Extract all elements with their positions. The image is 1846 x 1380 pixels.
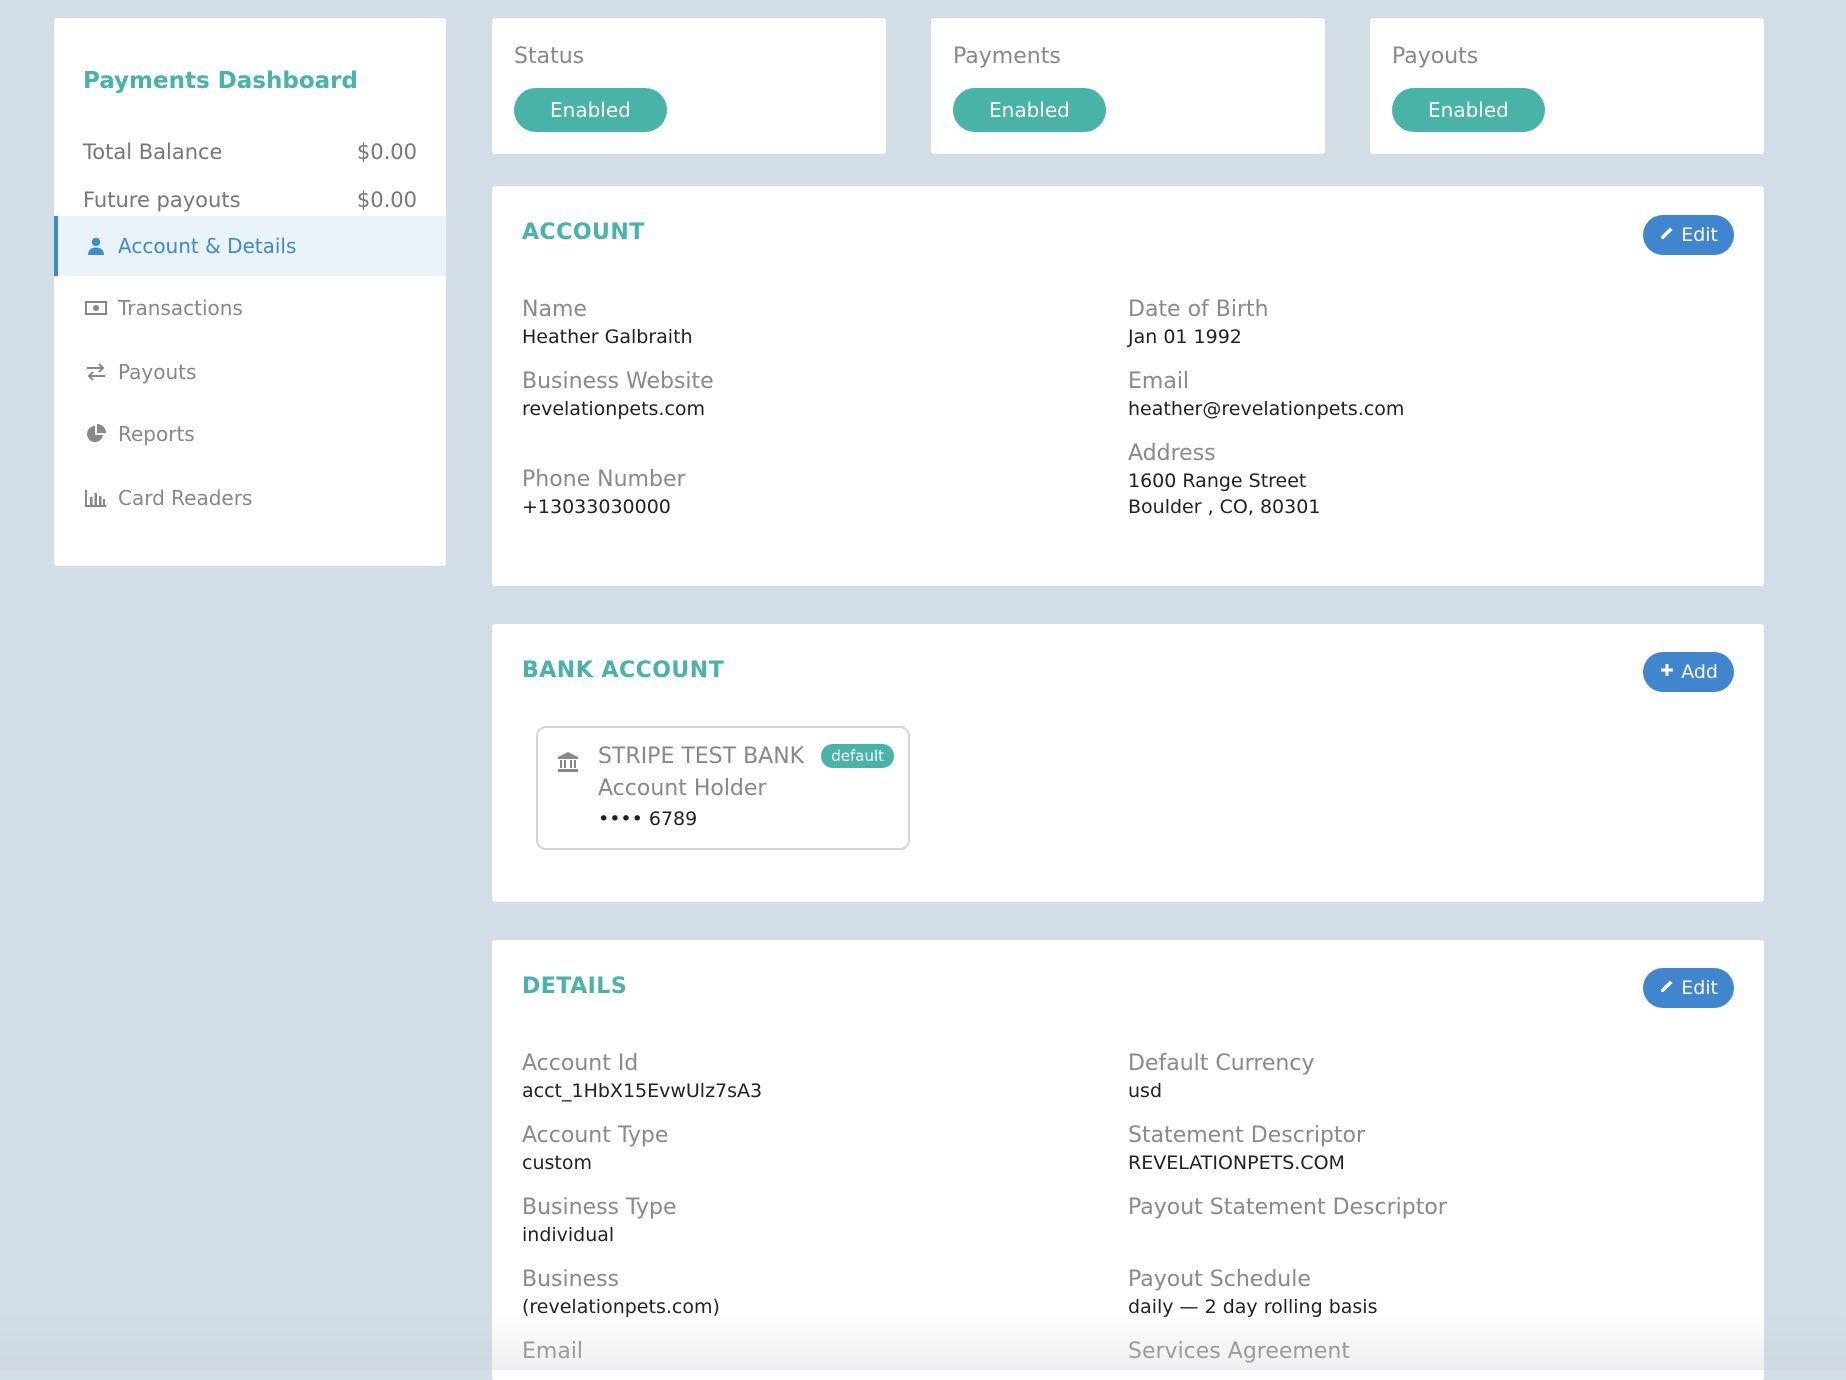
bank-add-button[interactable]: Add	[1643, 652, 1734, 692]
field-value: REVELATIONPETS.COM	[1128, 1150, 1365, 1176]
sidebar: Payments Dashboard Total Balance $0.00 F…	[54, 18, 446, 566]
phone-field: Phone Number +13033030000	[522, 466, 686, 520]
user-icon	[84, 235, 108, 257]
name-field: Name Heather Galbraith	[522, 296, 693, 350]
payments-badge: Enabled	[953, 88, 1106, 132]
sidebar-item-transactions[interactable]: Transactions	[54, 278, 446, 338]
sidebar-item-payouts[interactable]: Payouts	[54, 342, 446, 402]
total-balance-label: Total Balance	[83, 140, 222, 164]
field-label: Phone Number	[522, 466, 686, 494]
field-label: Account Type	[522, 1122, 668, 1150]
field-value: individual	[522, 1222, 677, 1248]
payouts-label: Payouts	[1392, 44, 1478, 69]
field-value: heather@revelationpets.com	[1128, 396, 1404, 422]
future-payouts-label: Future payouts	[83, 188, 241, 212]
details-title: DETAILS	[522, 974, 627, 999]
bank-account-section: BANK ACCOUNT Add STRIPE TEST BANK Accoun…	[492, 624, 1764, 902]
field-label: Business Website	[522, 368, 714, 396]
edit-label: Edit	[1681, 224, 1718, 246]
status-badge: Enabled	[514, 88, 667, 132]
field-label: Default Currency	[1128, 1050, 1315, 1078]
address-field: Address 1600 Range Street Boulder , CO, …	[1128, 440, 1320, 520]
details-section: DETAILS Edit Account Id acct_1HbX15EvwUl…	[492, 940, 1764, 1380]
payments-card: Payments Enabled	[931, 18, 1325, 154]
account-holder: Account Holder	[598, 776, 766, 801]
field-value: revelationpets.com	[522, 396, 714, 422]
status-label: Status	[514, 44, 584, 69]
bank-account-card[interactable]: STRIPE TEST BANK Account Holder •••• 678…	[536, 726, 910, 850]
field-value: daily — 2 day rolling basis	[1128, 1294, 1377, 1320]
sidebar-item-label: Reports	[118, 422, 195, 446]
field-label: Address	[1128, 440, 1320, 468]
payouts-card: Payouts Enabled	[1370, 18, 1764, 154]
pencil-icon	[1659, 977, 1675, 999]
total-balance-row: Total Balance $0.00	[83, 140, 417, 164]
payouts-badge: Enabled	[1392, 88, 1545, 132]
field-label: Business Type	[522, 1194, 677, 1222]
field-value: acct_1HbX15EvwUlz7sA3	[522, 1078, 762, 1104]
address-line1: 1600 Range Street	[1128, 468, 1320, 494]
details-email-field: Email	[522, 1338, 583, 1366]
field-label: Email	[522, 1338, 583, 1366]
account-section: ACCOUNT Edit Name Heather Galbraith Busi…	[492, 186, 1764, 586]
bar-chart-icon	[84, 487, 108, 509]
add-label: Add	[1681, 661, 1718, 683]
account-number: •••• 6789	[598, 808, 697, 830]
sidebar-item-label: Account & Details	[118, 234, 296, 258]
sidebar-item-label: Card Readers	[118, 486, 252, 510]
business-type-field: Business Type individual	[522, 1194, 677, 1248]
plus-icon	[1659, 661, 1675, 683]
dob-field: Date of Birth Jan 01 1992	[1128, 296, 1269, 350]
field-label: Account Id	[522, 1050, 762, 1078]
bank-account-title: BANK ACCOUNT	[522, 658, 724, 683]
pie-chart-icon	[84, 423, 108, 445]
sidebar-item-reports[interactable]: Reports	[54, 404, 446, 464]
field-value: +13033030000	[522, 494, 686, 520]
sidebar-item-account-details[interactable]: Account & Details	[54, 216, 446, 276]
total-balance-value: $0.00	[357, 140, 417, 164]
bank-name: STRIPE TEST BANK	[598, 744, 804, 769]
account-edit-button[interactable]: Edit	[1643, 215, 1734, 255]
account-title: ACCOUNT	[522, 220, 645, 245]
bank-icon	[556, 750, 580, 774]
services-agreement-field: Services Agreement	[1128, 1338, 1350, 1366]
exchange-icon	[84, 361, 108, 383]
money-icon	[84, 297, 108, 319]
future-payouts-row: Future payouts $0.00	[83, 188, 417, 212]
field-value: custom	[522, 1150, 668, 1176]
field-value: usd	[1128, 1078, 1315, 1104]
statement-descriptor-field: Statement Descriptor REVELATIONPETS.COM	[1128, 1122, 1365, 1176]
pencil-icon	[1659, 224, 1675, 246]
account-type-field: Account Type custom	[522, 1122, 668, 1176]
field-label: Services Agreement	[1128, 1338, 1350, 1366]
field-label: Payout Statement Descriptor	[1128, 1194, 1447, 1222]
field-value: Jan 01 1992	[1128, 324, 1269, 350]
future-payouts-value: $0.00	[357, 188, 417, 212]
sidebar-item-label: Transactions	[118, 296, 243, 320]
sidebar-title: Payments Dashboard	[83, 68, 358, 94]
field-label: Name	[522, 296, 693, 324]
status-card: Status Enabled	[492, 18, 886, 154]
website-field: Business Website revelationpets.com	[522, 368, 714, 422]
payments-label: Payments	[953, 44, 1061, 69]
sidebar-item-label: Payouts	[118, 360, 196, 384]
field-label: Email	[1128, 368, 1404, 396]
payout-schedule-field: Payout Schedule daily — 2 day rolling ba…	[1128, 1266, 1377, 1320]
field-label: Date of Birth	[1128, 296, 1269, 324]
default-badge: default	[821, 744, 894, 768]
account-id-field: Account Id acct_1HbX15EvwUlz7sA3	[522, 1050, 762, 1104]
business-field: Business (revelationpets.com)	[522, 1266, 720, 1320]
default-currency-field: Default Currency usd	[1128, 1050, 1315, 1104]
field-value: (revelationpets.com)	[522, 1294, 720, 1320]
field-label: Business	[522, 1266, 720, 1294]
email-field: Email heather@revelationpets.com	[1128, 368, 1404, 422]
edit-label: Edit	[1681, 977, 1718, 999]
field-label: Payout Schedule	[1128, 1266, 1377, 1294]
details-edit-button[interactable]: Edit	[1643, 968, 1734, 1008]
field-value: Heather Galbraith	[522, 324, 693, 350]
field-label: Statement Descriptor	[1128, 1122, 1365, 1150]
sidebar-item-card-readers[interactable]: Card Readers	[54, 468, 446, 528]
payout-statement-descriptor-field: Payout Statement Descriptor	[1128, 1194, 1447, 1222]
address-line2: Boulder , CO, 80301	[1128, 494, 1320, 520]
